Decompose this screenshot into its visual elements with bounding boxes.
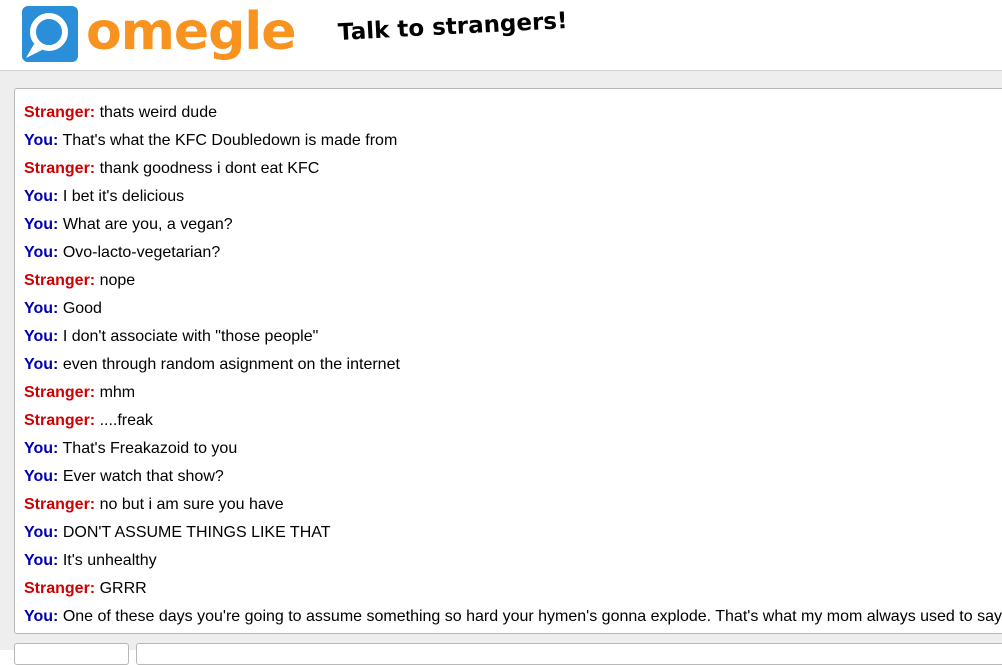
message-text: mhm: [99, 384, 136, 401]
speaker-label-you: You:: [24, 468, 59, 485]
chat-message: You: I don't associate with "those peopl…: [24, 325, 1002, 353]
chat-message: Stranger: ....freak: [24, 409, 1002, 437]
speaker-label-you: You:: [24, 300, 59, 317]
message-text: One of these days you're going to assume…: [62, 608, 1002, 625]
site-header: omegle Talk to strangers!: [0, 0, 1002, 71]
speaker-label-you: You:: [24, 552, 59, 569]
message-text: What are you, a vegan?: [62, 216, 233, 233]
message-input[interactable]: [136, 643, 1002, 665]
speaker-label-you: You:: [24, 244, 59, 261]
chat-message: Stranger: no but i am sure you have: [24, 493, 1002, 521]
speaker-label-stranger: Stranger:: [24, 104, 96, 121]
chat-message: Stranger: GRRR: [24, 577, 1002, 605]
tagline: Talk to strangers!: [337, 7, 569, 46]
speaker-label-stranger: Stranger:: [24, 384, 96, 401]
chat-message: You: even through random asignment on th…: [24, 353, 1002, 381]
chat-log[interactable]: Stranger: thats weird dude You: That's wh…: [14, 88, 1002, 634]
chat-message: Stranger: thats weird dude: [24, 101, 1002, 129]
message-text: I bet it's delicious: [62, 188, 185, 205]
chat-message: You: Good: [24, 297, 1002, 325]
speaker-label-stranger: Stranger:: [24, 496, 96, 513]
message-text: no but i am sure you have: [99, 496, 284, 513]
speaker-label-stranger: Stranger:: [24, 160, 96, 177]
chat-message: You: Ovo-lacto-vegetarian?: [24, 241, 1002, 269]
chat-message: You: What are you, a vegan?: [24, 213, 1002, 241]
speaker-label-you: You:: [24, 188, 59, 205]
chat-message: You: It's unhealthy: [24, 549, 1002, 577]
message-text: That's Freakazoid to you: [62, 440, 238, 457]
message-text: GRRR: [99, 580, 147, 597]
chat-message: Stranger: mhm: [24, 381, 1002, 409]
speaker-label-stranger: Stranger:: [24, 580, 96, 597]
chat-message: Stranger: thank goodness i dont eat KFC: [24, 157, 1002, 185]
omegle-chat-bubble-icon[interactable]: [22, 6, 78, 62]
message-text: ....freak: [99, 412, 153, 429]
speaker-label-you: You:: [24, 524, 59, 541]
chat-message: You: I bet it's delicious: [24, 185, 1002, 213]
chat-message: You: One of these days you're going to a…: [24, 605, 1002, 633]
disconnect-button[interactable]: [14, 643, 129, 665]
brand-logo-text[interactable]: omegle: [86, 0, 296, 64]
message-text: That's what the KFC Doubledown is made f…: [62, 132, 398, 149]
chat-message: You: DON'T ASSUME THINGS LIKE THAT: [24, 521, 1002, 549]
speaker-label-you: You:: [24, 356, 59, 373]
message-text: Good: [62, 300, 102, 317]
message-text: thank goodness i dont eat KFC: [99, 160, 320, 177]
speaker-label-you: You:: [24, 328, 59, 345]
speaker-label-stranger: Stranger:: [24, 412, 96, 429]
speaker-label-you: You:: [24, 132, 59, 149]
message-text: It's unhealthy: [62, 552, 157, 569]
message-text: nope: [99, 272, 136, 289]
message-text: Ever watch that show?: [62, 468, 224, 485]
chat-message: Stranger: nope: [24, 269, 1002, 297]
chat-message: You: That's Freakazoid to you: [24, 437, 1002, 465]
chat-message: You: That's what the KFC Doubledown is m…: [24, 129, 1002, 157]
message-text: even through random asignment on the int…: [62, 356, 400, 373]
speaker-label-you: You:: [24, 216, 59, 233]
chat-message: You: Ever watch that show?: [24, 465, 1002, 493]
speaker-label-you: You:: [24, 608, 59, 625]
message-text: DON'T ASSUME THINGS LIKE THAT: [62, 524, 331, 541]
message-text: thats weird dude: [99, 104, 217, 121]
message-text: I don't associate with "those people": [62, 328, 319, 345]
message-text: Ovo-lacto-vegetarian?: [62, 244, 221, 261]
speaker-label-you: You:: [24, 440, 59, 457]
speaker-label-stranger: Stranger:: [24, 272, 96, 289]
